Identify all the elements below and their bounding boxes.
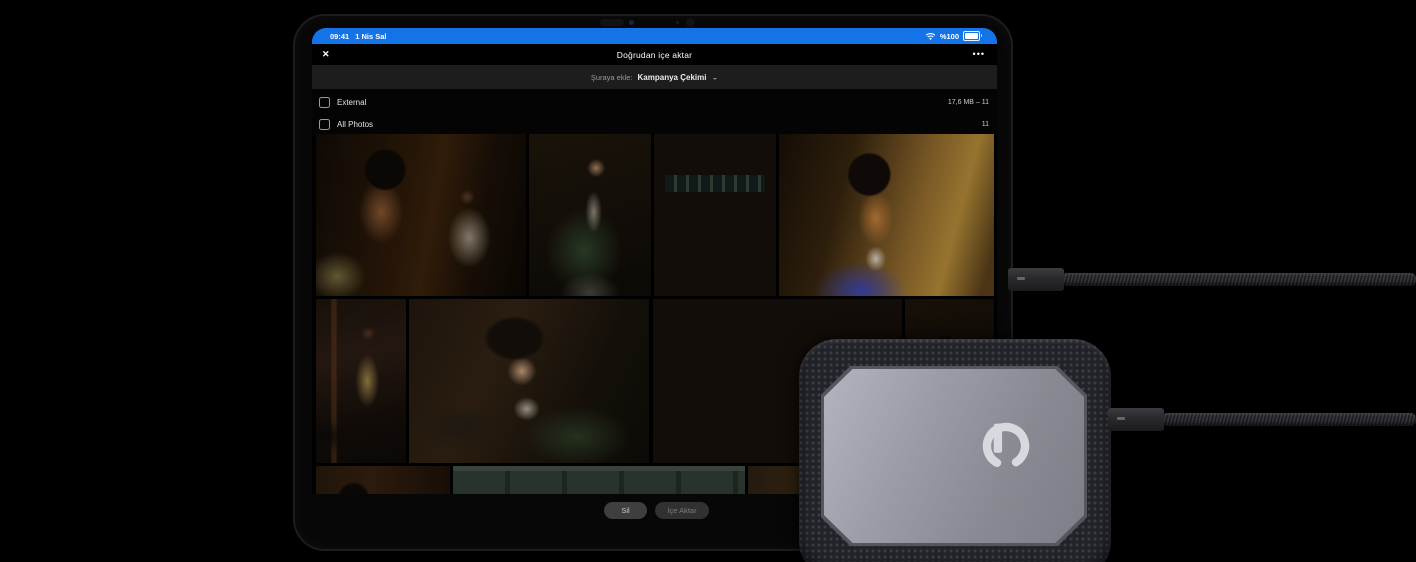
photo-thumbnail[interactable] — [654, 134, 776, 296]
selected-album: Kampanya Çekimi — [638, 73, 707, 82]
import-button[interactable]: İçe Aktar — [655, 502, 709, 519]
date: 1 Nis Sal — [355, 32, 386, 41]
connector-mark — [1017, 277, 1025, 280]
delete-button[interactable]: Sil — [604, 502, 647, 519]
photo-thumbnail[interactable] — [453, 466, 745, 494]
photo-thumbnail[interactable] — [316, 466, 450, 494]
photo-detail — [665, 175, 765, 193]
destination-label: Şuraya ekle: — [591, 73, 633, 82]
photo-thumbnail[interactable] — [316, 299, 406, 463]
photo-thumbnail[interactable] — [529, 134, 651, 296]
checkbox-all-photos[interactable] — [319, 119, 330, 130]
photo-thumbnail[interactable] — [779, 134, 994, 296]
usb-connector-ipad — [1008, 268, 1064, 291]
source-detail: 17,6 MB – 11 — [948, 99, 989, 106]
source-row-all-photos[interactable]: All Photos 11 — [312, 113, 997, 135]
connector-mark — [1117, 417, 1125, 420]
source-label: External — [337, 98, 366, 107]
more-options-icon[interactable]: ••• — [973, 50, 985, 59]
usb-cable-to-ipad — [1062, 273, 1416, 286]
front-camera-ring — [686, 18, 695, 27]
photo-thumbnail[interactable] — [316, 134, 526, 296]
source-detail: 11 — [982, 121, 989, 128]
source-list: External 17,6 MB – 11 All Photos 11 — [312, 89, 997, 134]
destination-selector[interactable]: Şuraya ekle: Kampanya Çekimi ⌄ — [312, 65, 997, 89]
usb-cable-to-drive — [1162, 413, 1416, 426]
checkbox-external[interactable] — [319, 97, 330, 108]
external-drive — [799, 339, 1111, 562]
import-header: ✕ Doğrudan içe aktar ••• — [312, 44, 997, 65]
source-label: All Photos — [337, 120, 373, 129]
drive-plate — [824, 369, 1084, 543]
clock: 09:41 — [330, 32, 349, 41]
usb-connector-drive — [1108, 408, 1164, 431]
close-icon[interactable]: ✕ — [322, 50, 330, 59]
chevron-down-icon: ⌄ — [711, 73, 718, 80]
scene: 09:41 1 Nis Sal %100 ✕ Doğrudan içe akta… — [0, 0, 1416, 562]
wifi-icon — [925, 32, 936, 41]
status-bar: 09:41 1 Nis Sal %100 — [312, 28, 997, 44]
g-technology-logo-icon — [978, 418, 1034, 474]
battery-full-icon — [963, 31, 980, 41]
front-camera-icon — [629, 20, 634, 25]
battery-percent: %100 — [940, 32, 959, 41]
photo-thumbnail[interactable] — [409, 299, 649, 463]
ambient-sensor-icon — [676, 21, 679, 24]
front-sensor-pill — [600, 19, 624, 26]
source-row-external[interactable]: External 17,6 MB – 11 — [312, 91, 997, 113]
page-title: Doğrudan içe aktar — [312, 50, 997, 60]
